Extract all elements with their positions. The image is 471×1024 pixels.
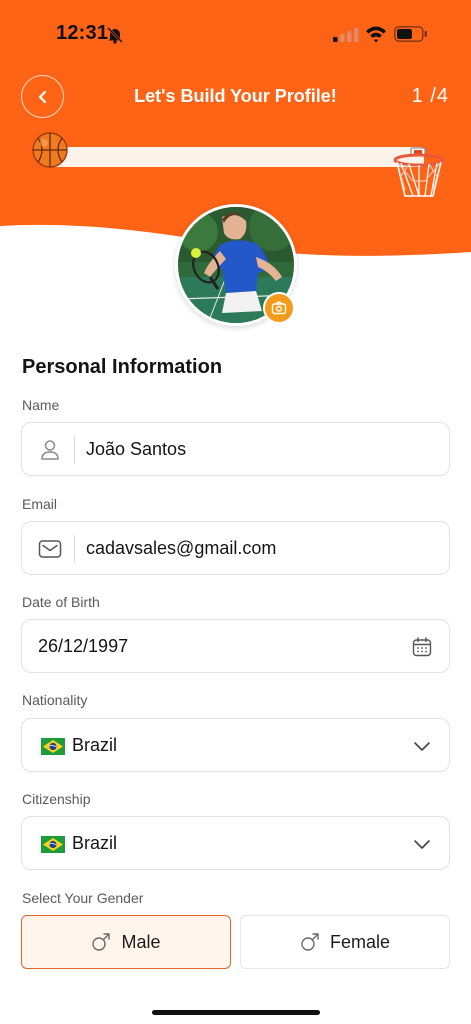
chevron-down-icon [414,840,430,849]
change-photo-button[interactable] [263,292,295,324]
name-field[interactable]: João Santos [21,422,450,476]
citizenship-label: Citizenship [22,791,91,807]
hoop-icon [393,147,445,197]
status-time: 12:31 [56,22,109,44]
field-divider [74,535,75,563]
gender-option-male[interactable]: Male [21,915,231,969]
gender-label: Select Your Gender [22,890,144,906]
calendar-icon[interactable] [411,636,433,658]
citizenship-value: Brazil [72,833,118,853]
camera-icon [271,301,287,315]
mail-icon [38,540,62,558]
signal-icon [333,28,359,42]
user-icon [41,440,59,460]
male-symbol-icon [301,933,319,951]
nationality-label: Nationality [22,692,88,708]
dob-label: Date of Birth [22,594,100,610]
gender-male-label: Male [121,931,161,952]
nationality-value: Brazil [72,735,118,755]
status-bar: 12:31 [0,0,471,60]
basketball-icon [32,132,68,168]
gender-female-label: Female [329,931,391,952]
male-symbol-icon [92,933,111,951]
progress-track [46,147,424,167]
field-divider [74,436,75,464]
home-indicator[interactable] [152,1010,320,1015]
nationality-select[interactable]: Brazil [21,718,450,772]
chevron-down-icon [414,742,430,751]
brazil-flag-icon [41,738,65,755]
name-value: João Santos [86,439,187,459]
email-label: Email [22,496,58,512]
dob-field[interactable]: 26/12/1997 [21,619,450,673]
wifi-icon [366,26,386,43]
citizenship-select[interactable]: Brazil [21,816,450,870]
page-title: Let's Build Your Profile! [134,86,337,106]
email-value: cadavsales@gmail.com [86,538,277,558]
section-title: Personal Information [22,356,223,378]
dob-value: 26/12/1997 [38,636,129,656]
step-indicator: 1 /4 [411,85,449,107]
battery-icon [394,26,427,42]
name-label: Name [22,397,60,413]
bell-off-icon [107,27,123,44]
gender-option-female[interactable]: Female [240,915,450,969]
email-field[interactable]: cadavsales@gmail.com [21,521,450,575]
brazil-flag-icon [41,836,65,853]
